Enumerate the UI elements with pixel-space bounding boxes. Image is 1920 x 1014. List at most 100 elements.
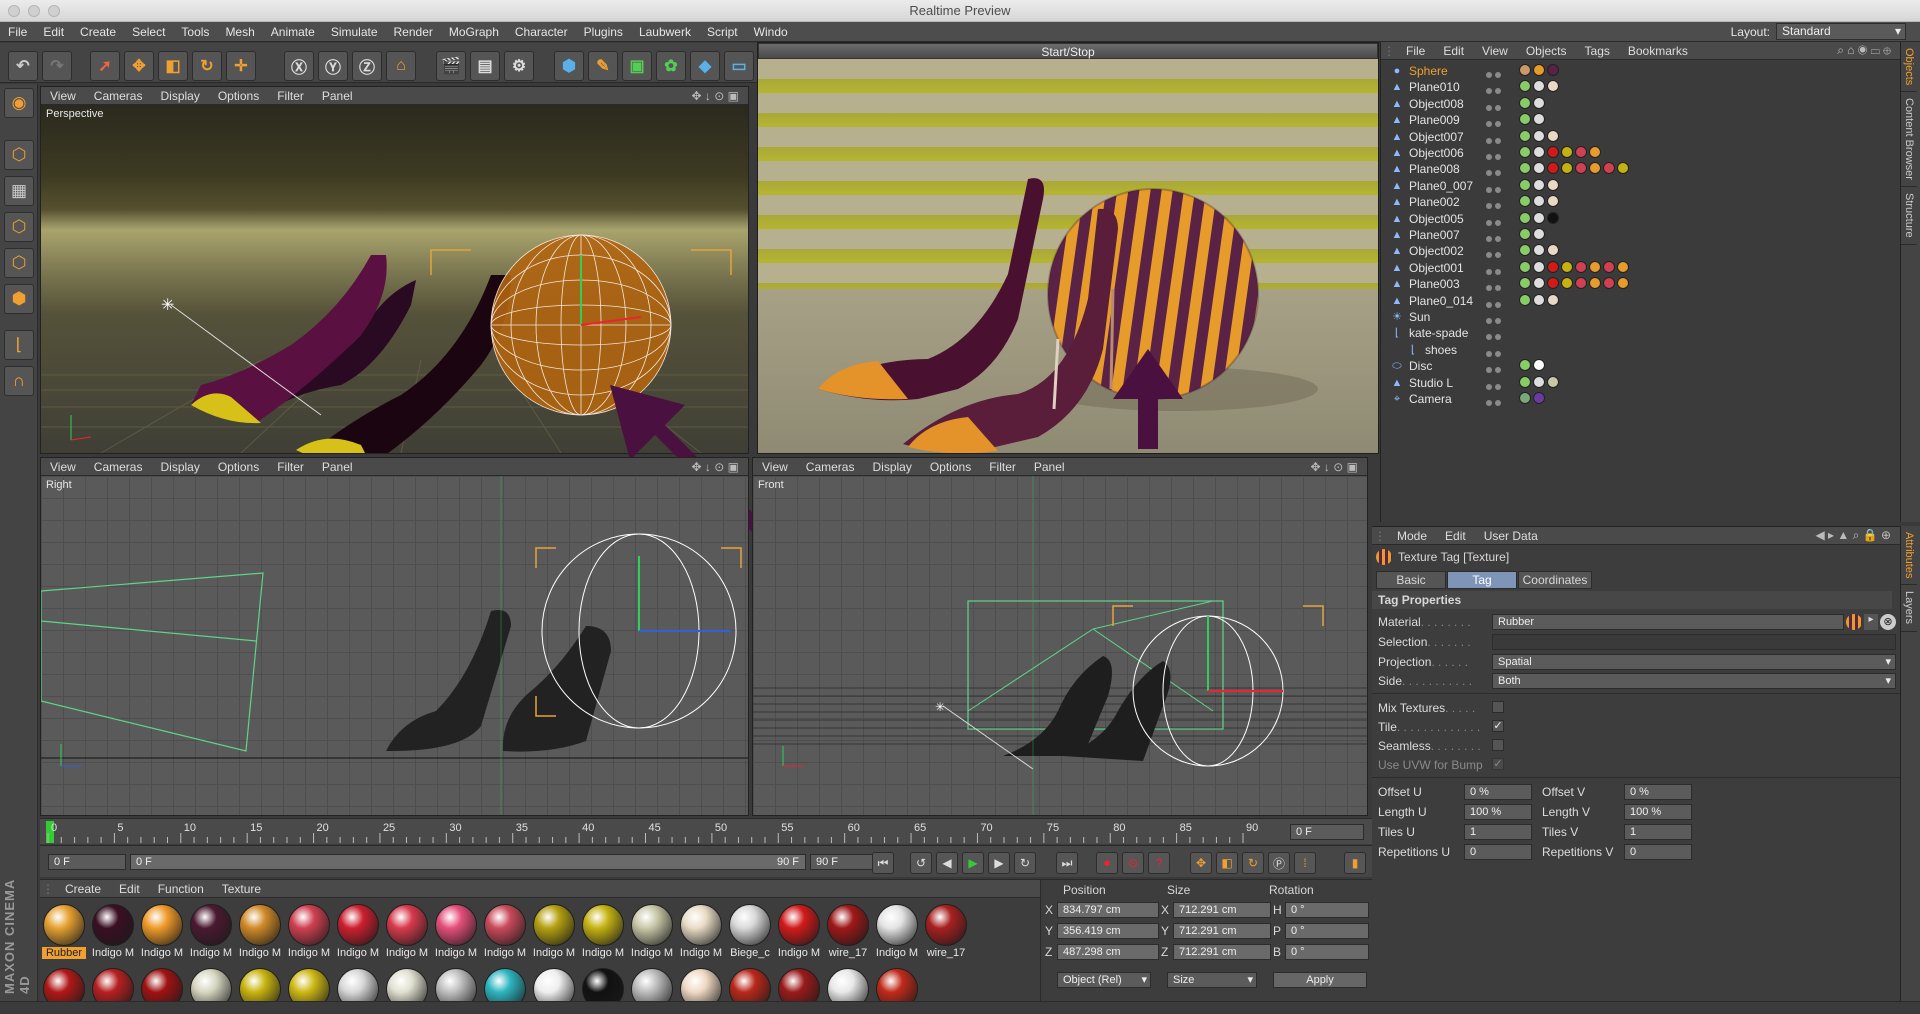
- object-tags[interactable]: [1519, 162, 1631, 175]
- y-size-field[interactable]: 712.291 cm: [1173, 923, 1271, 939]
- redo-icon[interactable]: ↷: [42, 51, 72, 81]
- tag-icon[interactable]: [1533, 146, 1545, 158]
- material-ball-icon[interactable]: [337, 968, 379, 1002]
- tag-icon[interactable]: [1533, 64, 1545, 76]
- material-swatch[interactable]: Indigo M: [91, 904, 135, 960]
- rotate-icon[interactable]: ↻: [192, 51, 222, 81]
- object-tags[interactable]: [1519, 277, 1631, 290]
- object-row[interactable]: ▲ Plane0_014: [1381, 293, 1896, 309]
- tag-icon[interactable]: [1547, 178, 1559, 191]
- tag-icon[interactable]: [1519, 277, 1531, 290]
- record-icon[interactable]: ⏺: [1096, 852, 1118, 874]
- tag-icon[interactable]: [1519, 359, 1531, 372]
- end-frame-field[interactable]: 0 F: [1290, 824, 1364, 840]
- viewport-menu-filter[interactable]: Filter: [268, 460, 313, 474]
- repetitions-v-field[interactable]: 0: [1624, 844, 1692, 860]
- menu-tools[interactable]: Tools: [173, 25, 217, 39]
- snap-magnet-icon[interactable]: ∩: [4, 366, 34, 396]
- viewport-menu-display[interactable]: Display: [151, 460, 208, 474]
- polygons-mode-icon[interactable]: ⬢: [4, 284, 34, 314]
- tag-icon[interactable]: [1533, 244, 1545, 257]
- attr-menu-user-data[interactable]: User Data: [1475, 529, 1547, 543]
- tag-icon[interactable]: [1575, 162, 1587, 175]
- tag-icon[interactable]: [1519, 293, 1531, 306]
- tag-icon[interactable]: [1533, 392, 1545, 404]
- material-swatch[interactable]: Indigo M: [434, 904, 478, 960]
- object-tags[interactable]: [1519, 392, 1547, 404]
- object-menu-file[interactable]: File: [1397, 44, 1434, 58]
- viewport-menu-view[interactable]: View: [41, 460, 85, 474]
- tag-icon[interactable]: [1533, 129, 1545, 142]
- material-swatch[interactable]: Indigo M: [679, 904, 723, 960]
- object-row[interactable]: ▲ Plane010: [1381, 79, 1896, 95]
- tag-icon[interactable]: [1519, 178, 1531, 191]
- material-swatch[interactable]: Indigo M: [777, 904, 821, 960]
- use-uvw-checkbox[interactable]: ✓: [1492, 758, 1504, 770]
- axis-mode-icon[interactable]: ⌊: [4, 330, 34, 360]
- selection-field[interactable]: [1492, 634, 1896, 650]
- viewport-menu-display[interactable]: Display: [863, 460, 920, 474]
- move-icon[interactable]: ✥: [124, 51, 154, 81]
- material-field[interactable]: Rubber: [1492, 614, 1844, 630]
- make-editable-icon[interactable]: ◉: [4, 88, 34, 118]
- model-mode-icon[interactable]: ⬡: [4, 140, 34, 170]
- seamless-checkbox[interactable]: [1492, 739, 1504, 751]
- menu-render[interactable]: Render: [386, 25, 441, 39]
- render-picture-viewer-icon[interactable]: ▤: [470, 51, 500, 81]
- key-position-icon[interactable]: ✥: [1190, 852, 1212, 874]
- range-slider[interactable]: 0 F 90 F: [130, 854, 806, 870]
- side-tab-content-browser[interactable]: Content Browser: [1901, 92, 1917, 188]
- tab-basic[interactable]: Basic: [1376, 571, 1446, 589]
- edges-mode-icon[interactable]: ⬡: [4, 248, 34, 278]
- tiles-v-field[interactable]: 1: [1624, 824, 1692, 840]
- tag-icon[interactable]: [1589, 260, 1601, 273]
- cloner-icon[interactable]: ✿: [656, 51, 686, 81]
- start-stop-button[interactable]: Start/Stop: [758, 43, 1378, 59]
- length-u-field[interactable]: 100 %: [1464, 804, 1532, 820]
- tiles-u-field[interactable]: 1: [1464, 824, 1532, 840]
- tag-icon[interactable]: [1547, 211, 1559, 224]
- play-icon[interactable]: ▶: [962, 852, 984, 874]
- clear-material-icon[interactable]: ⊗: [1880, 614, 1896, 630]
- tag-icon[interactable]: [1533, 228, 1545, 240]
- object-row[interactable]: ▲ Object007: [1381, 129, 1896, 145]
- minimize-window-button[interactable]: [28, 5, 40, 17]
- viewport-menu-cameras[interactable]: Cameras: [85, 460, 152, 474]
- material-swatch[interactable]: Indigo M: [287, 904, 331, 960]
- mix-textures-checkbox[interactable]: [1492, 701, 1504, 713]
- material-ball-icon[interactable]: [435, 968, 477, 1002]
- texture-mode-icon[interactable]: ▦: [4, 176, 34, 206]
- object-tags[interactable]: [1519, 375, 1561, 388]
- back-arrow-icon[interactable]: ◀ ▸ ▲ ⌕ 🔒 ⊕: [1806, 528, 1900, 543]
- object-row[interactable]: ▲ Plane003: [1381, 276, 1896, 292]
- tag-icon[interactable]: [1533, 211, 1545, 224]
- material-swatch[interactable]: Indigo M: [385, 904, 429, 960]
- material-ball-icon[interactable]: [141, 968, 183, 1002]
- undo-icon[interactable]: ↶: [8, 51, 38, 81]
- tag-icon[interactable]: [1603, 162, 1615, 175]
- tag-icon[interactable]: [1547, 80, 1559, 93]
- material-swatch[interactable]: Rubber: [42, 904, 86, 960]
- tag-icon[interactable]: [1561, 260, 1573, 273]
- tag-icon[interactable]: [1617, 260, 1629, 273]
- subdivision-icon[interactable]: ▣: [622, 51, 652, 81]
- object-menu-bookmarks[interactable]: Bookmarks: [1619, 44, 1697, 58]
- points-mode-icon[interactable]: ⬡: [4, 212, 34, 242]
- tag-icon[interactable]: [1547, 260, 1559, 273]
- tag-icon[interactable]: [1519, 195, 1531, 208]
- attr-menu-mode[interactable]: Mode: [1388, 529, 1436, 543]
- material-ball-icon[interactable]: [484, 968, 526, 1002]
- material-arrow-icon[interactable]: ▸: [1864, 614, 1878, 630]
- tag-icon[interactable]: [1603, 277, 1615, 290]
- tag-icon[interactable]: [1519, 113, 1531, 126]
- spline-pen-icon[interactable]: ✎: [588, 51, 618, 81]
- last-tool-icon[interactable]: ✛: [226, 51, 256, 81]
- side-dropdown[interactable]: Both ▾: [1492, 673, 1896, 689]
- tag-icon[interactable]: [1533, 113, 1545, 126]
- previous-frame-icon[interactable]: ◀: [936, 852, 958, 874]
- viewport-nav-icon[interactable]: ✥ ↓ ⊙ ▣: [683, 89, 748, 103]
- material-swatch[interactable]: wire_17: [826, 904, 870, 960]
- tag-icon[interactable]: [1617, 162, 1629, 175]
- tag-icon[interactable]: [1617, 277, 1629, 290]
- object-row[interactable]: ▲ Object006: [1381, 145, 1896, 161]
